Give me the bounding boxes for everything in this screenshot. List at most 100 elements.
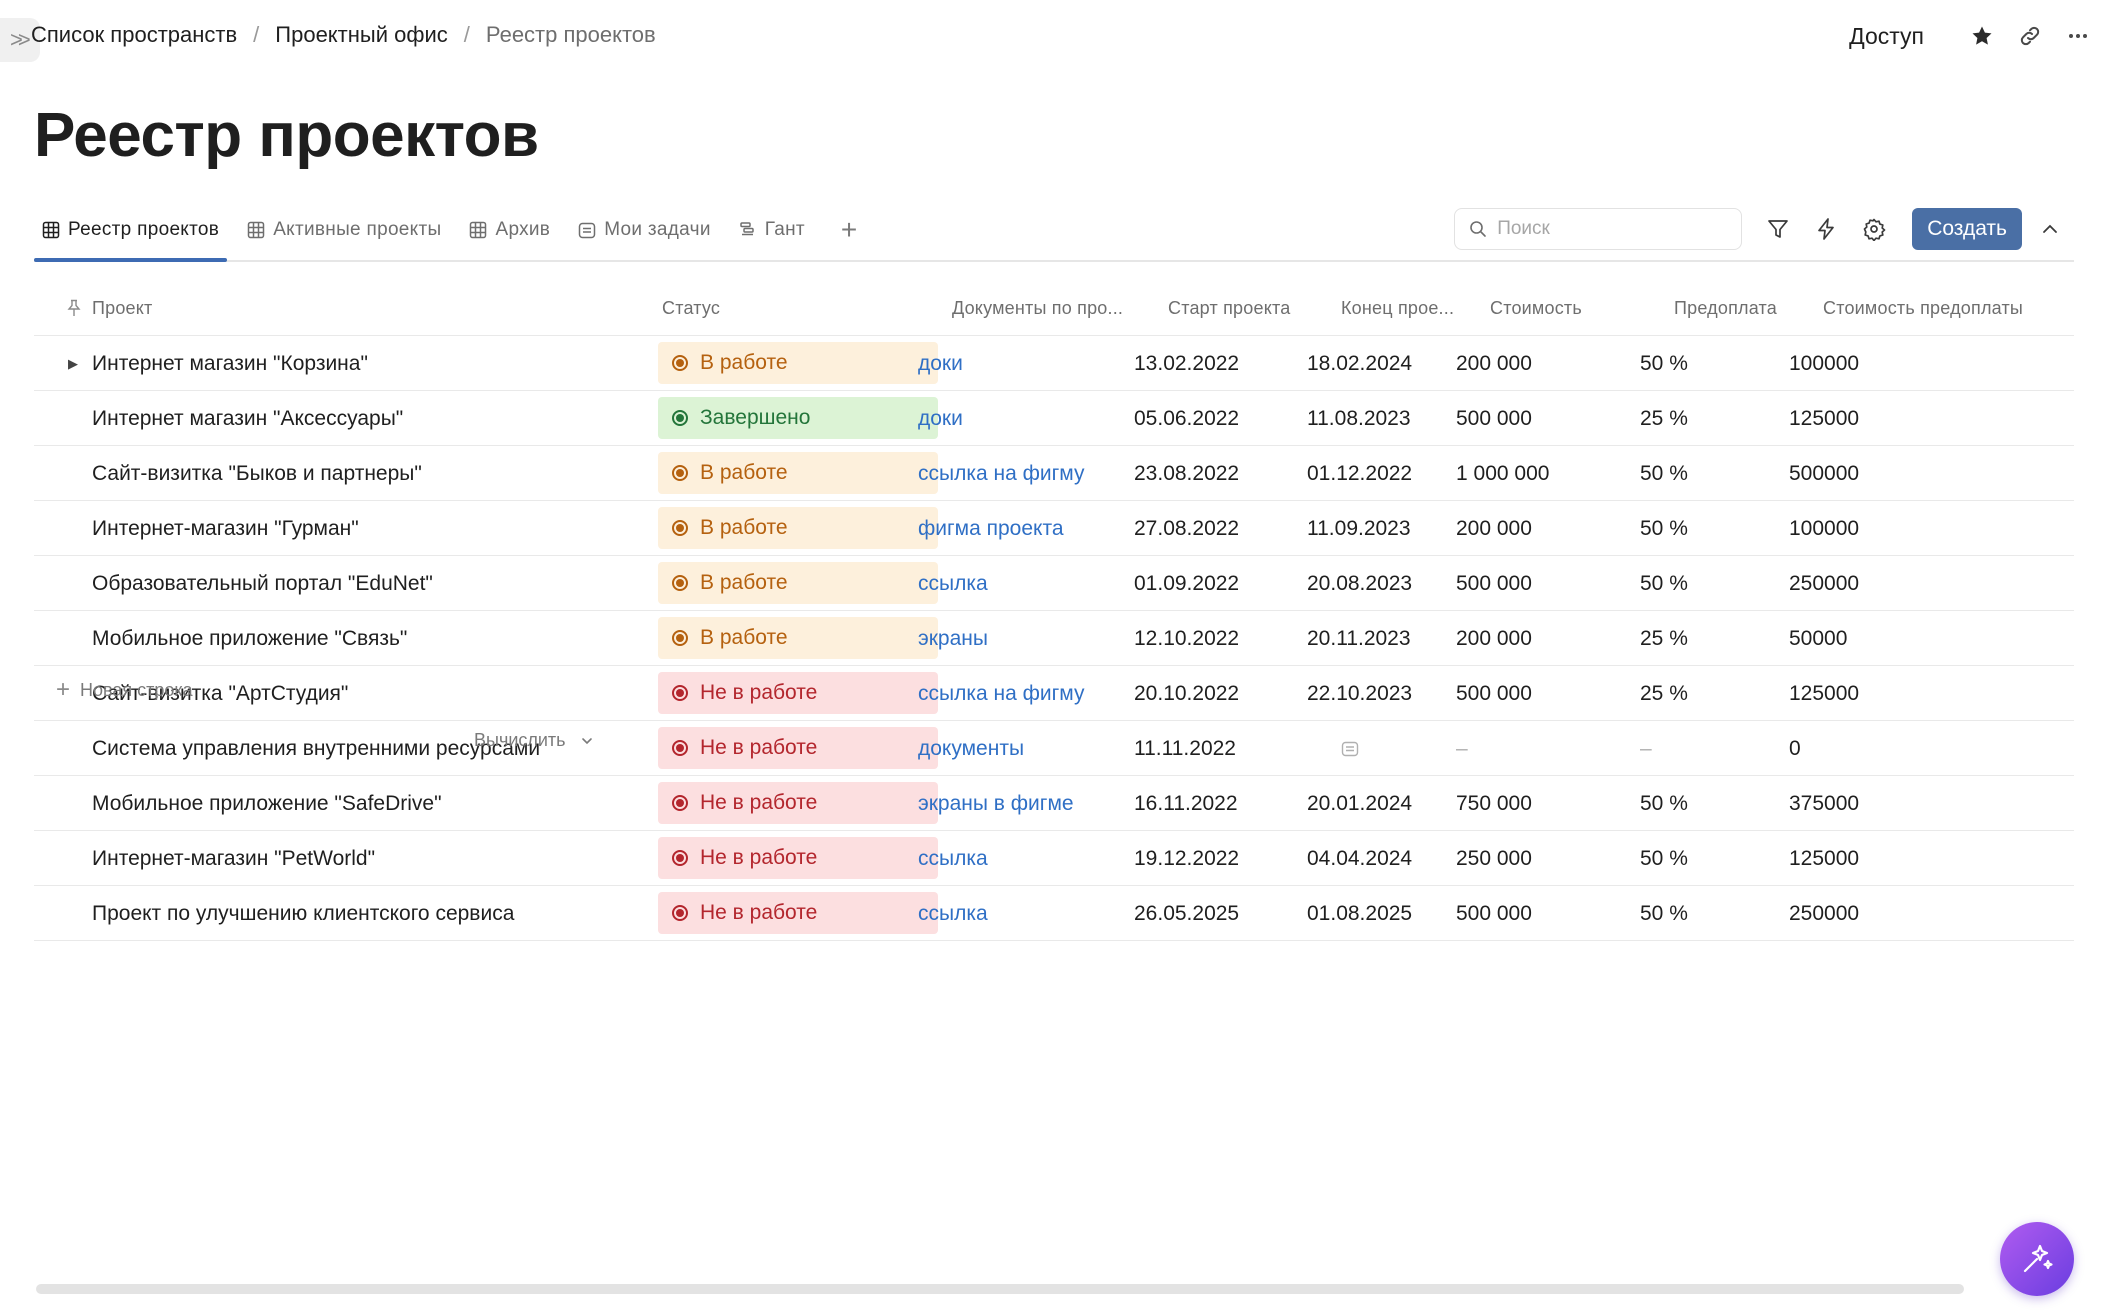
end-date: 11.09.2023 bbox=[1307, 517, 1411, 540]
column-header-prepayment[interactable]: Предоплата bbox=[1674, 280, 1777, 336]
column-header-prepayment-cost[interactable]: Стоимость предоплаты bbox=[1823, 280, 2023, 336]
calendar-icon[interactable] bbox=[1341, 721, 1359, 776]
end-date: 01.12.2022 bbox=[1307, 462, 1413, 485]
tab-gantt[interactable]: Гант bbox=[731, 200, 813, 260]
status-badge[interactable]: В работе bbox=[658, 507, 938, 549]
documents-link[interactable]: доки bbox=[918, 391, 963, 446]
search-box[interactable] bbox=[1454, 208, 1743, 250]
tab-label: Активные проекты bbox=[273, 219, 442, 240]
tab-label: Архив bbox=[495, 219, 551, 240]
status-label: Не в работе bbox=[700, 791, 818, 814]
link-icon[interactable] bbox=[2006, 24, 2054, 48]
more-icon[interactable] bbox=[2054, 24, 2102, 48]
table-row[interactable]: Мобильное приложение "SafeDrive" Не в раб… bbox=[34, 776, 2074, 831]
end-date: 20.01.2024 bbox=[1307, 792, 1413, 815]
status-badge[interactable]: В работе bbox=[658, 452, 938, 494]
column-header-project[interactable]: Проект bbox=[92, 280, 153, 336]
documents-link[interactable]: ссылка bbox=[918, 831, 988, 886]
search-input[interactable] bbox=[1497, 218, 1728, 240]
start-date: 05.06.2022 bbox=[1134, 407, 1240, 430]
project-name[interactable]: Мобильное приложение "Связь" bbox=[92, 611, 407, 666]
tab-active-projects[interactable]: Активные проекты bbox=[239, 200, 449, 260]
table-row[interactable]: Интернет магазин "Аксессуары" Завершено до… bbox=[34, 391, 2074, 446]
project-name[interactable]: Система управления внутренними ресурсами bbox=[92, 721, 540, 776]
documents-link[interactable]: ссылка на фигму bbox=[918, 446, 1084, 501]
table-row[interactable]: Образовательный портал "EduNet" В работе с… bbox=[34, 556, 2074, 611]
tab-project-registry[interactable]: Реестр проектов bbox=[34, 200, 228, 262]
documents-link[interactable]: документы bbox=[918, 721, 1024, 776]
project-name[interactable]: Интернет-магазин "PetWorld" bbox=[92, 831, 375, 886]
table-row[interactable]: Мобильное приложение "Связь" В работе экра… bbox=[34, 611, 2074, 666]
table-row[interactable]: Сайт-визитка "АртСтудия" Не в работе ссылк… bbox=[34, 666, 2074, 721]
new-row-button[interactable]: + Новая строка bbox=[56, 676, 193, 704]
breadcrumb-item-current[interactable]: Реестр проектов bbox=[486, 22, 656, 48]
table-row[interactable]: Сайт-визитка "Быков и партнеры" В работе с… bbox=[34, 446, 2074, 501]
page-title: Реестр проектов bbox=[34, 101, 539, 170]
toolbar: Создать bbox=[1454, 207, 2074, 251]
status-badge[interactable]: Не в работе bbox=[658, 672, 938, 714]
prepayment: 50 % bbox=[1640, 572, 1688, 595]
column-header-end[interactable]: Конец прое... bbox=[1341, 280, 1454, 336]
lightning-icon[interactable] bbox=[1802, 207, 1850, 251]
status-badge[interactable]: Завершено bbox=[658, 397, 938, 439]
status-dot-icon bbox=[672, 410, 688, 426]
cost: 500 000 bbox=[1456, 902, 1532, 925]
project-name[interactable]: Интернет-магазин "Гурман" bbox=[92, 501, 359, 556]
column-header-start[interactable]: Старт проекта bbox=[1168, 280, 1290, 336]
tab-my-tasks[interactable]: Мои задачи bbox=[570, 200, 719, 260]
breadcrumb-item-project-office[interactable]: Проектный офис bbox=[275, 22, 447, 48]
table-row[interactable]: Интернет-магазин "PetWorld" Не в работе сс… bbox=[34, 831, 2074, 886]
column-header-status[interactable]: Статус bbox=[662, 280, 720, 336]
start-date: 11.11.2022 bbox=[1134, 737, 1236, 760]
pin-icon bbox=[67, 299, 81, 316]
status-label: В работе bbox=[700, 516, 788, 539]
documents-link[interactable]: ссылка на фигму bbox=[918, 666, 1084, 721]
documents-link[interactable]: ссылка bbox=[918, 556, 988, 611]
star-icon[interactable] bbox=[1958, 24, 2006, 48]
column-header-documents[interactable]: Документы по про... bbox=[952, 280, 1123, 336]
gear-icon[interactable] bbox=[1850, 207, 1898, 251]
documents-link[interactable]: фигма проекта bbox=[918, 501, 1064, 556]
cost: 500 000 bbox=[1456, 682, 1532, 705]
status-label: В работе bbox=[700, 461, 788, 484]
documents-link[interactable]: доки bbox=[918, 336, 963, 391]
create-button[interactable]: Создать bbox=[1912, 208, 2022, 250]
chevron-up-icon[interactable] bbox=[2026, 207, 2074, 251]
horizontal-scrollbar[interactable] bbox=[36, 1284, 1964, 1294]
status-badge[interactable]: В работе bbox=[658, 617, 938, 659]
status-badge[interactable]: Не в работе bbox=[658, 727, 938, 769]
status-badge[interactable]: Не в работе bbox=[658, 892, 938, 934]
table-row[interactable]: Интернет-магазин "Гурман" В работе фигма п… bbox=[34, 501, 2074, 556]
start-date: 12.10.2022 bbox=[1134, 627, 1240, 650]
documents-link[interactable]: экраны bbox=[918, 611, 988, 666]
column-header-cost[interactable]: Стоимость bbox=[1490, 280, 1582, 336]
projects-table: Проект Статус Документы по про... Старт … bbox=[34, 280, 2074, 941]
cost: – bbox=[1456, 737, 1468, 760]
table-row[interactable]: Проект по улучшению клиентского сервиса Н… bbox=[34, 886, 2074, 941]
project-name[interactable]: Интернет магазин "Корзина" bbox=[92, 336, 368, 391]
table-row[interactable]: ▶ Интернет магазин "Корзина" В работе доки 1… bbox=[34, 336, 2074, 391]
ai-assistant-button[interactable] bbox=[2000, 1222, 2074, 1296]
documents-link[interactable]: ссылка bbox=[918, 886, 988, 941]
filter-icon[interactable] bbox=[1754, 207, 1802, 251]
project-name[interactable]: Интернет магазин "Аксессуары" bbox=[92, 391, 403, 446]
project-name[interactable]: Проект по улучшению клиентского сервиса bbox=[92, 886, 514, 941]
expand-caret-icon[interactable]: ▶ bbox=[68, 336, 78, 391]
project-name[interactable]: Образовательный портал "EduNet" bbox=[92, 556, 433, 611]
access-button[interactable]: Доступ bbox=[1849, 23, 1924, 50]
project-name[interactable]: Мобильное приложение "SafeDrive" bbox=[92, 776, 442, 831]
documents-link[interactable]: экраны в фигме bbox=[918, 776, 1074, 831]
breadcrumb: Список пространств / Проектный офис / Ре… bbox=[31, 22, 656, 48]
status-badge[interactable]: Не в работе bbox=[658, 782, 938, 824]
status-badge[interactable]: В работе bbox=[658, 342, 938, 384]
status-dot-icon bbox=[672, 575, 688, 591]
tab-archive[interactable]: Архив bbox=[461, 200, 558, 260]
status-badge[interactable]: Не в работе bbox=[658, 837, 938, 879]
project-name[interactable]: Сайт-визитка "Быков и партнеры" bbox=[92, 446, 422, 501]
calculate-button[interactable]: Вычислить bbox=[474, 730, 594, 751]
status-badge[interactable]: В работе bbox=[658, 562, 938, 604]
breadcrumb-item-spaces[interactable]: Список пространств bbox=[31, 22, 237, 48]
table-row[interactable]: Система управления внутренними ресурсами… bbox=[34, 721, 2074, 776]
end-date: 18.02.2024 bbox=[1307, 352, 1413, 375]
add-view-button[interactable]: + bbox=[831, 200, 867, 260]
